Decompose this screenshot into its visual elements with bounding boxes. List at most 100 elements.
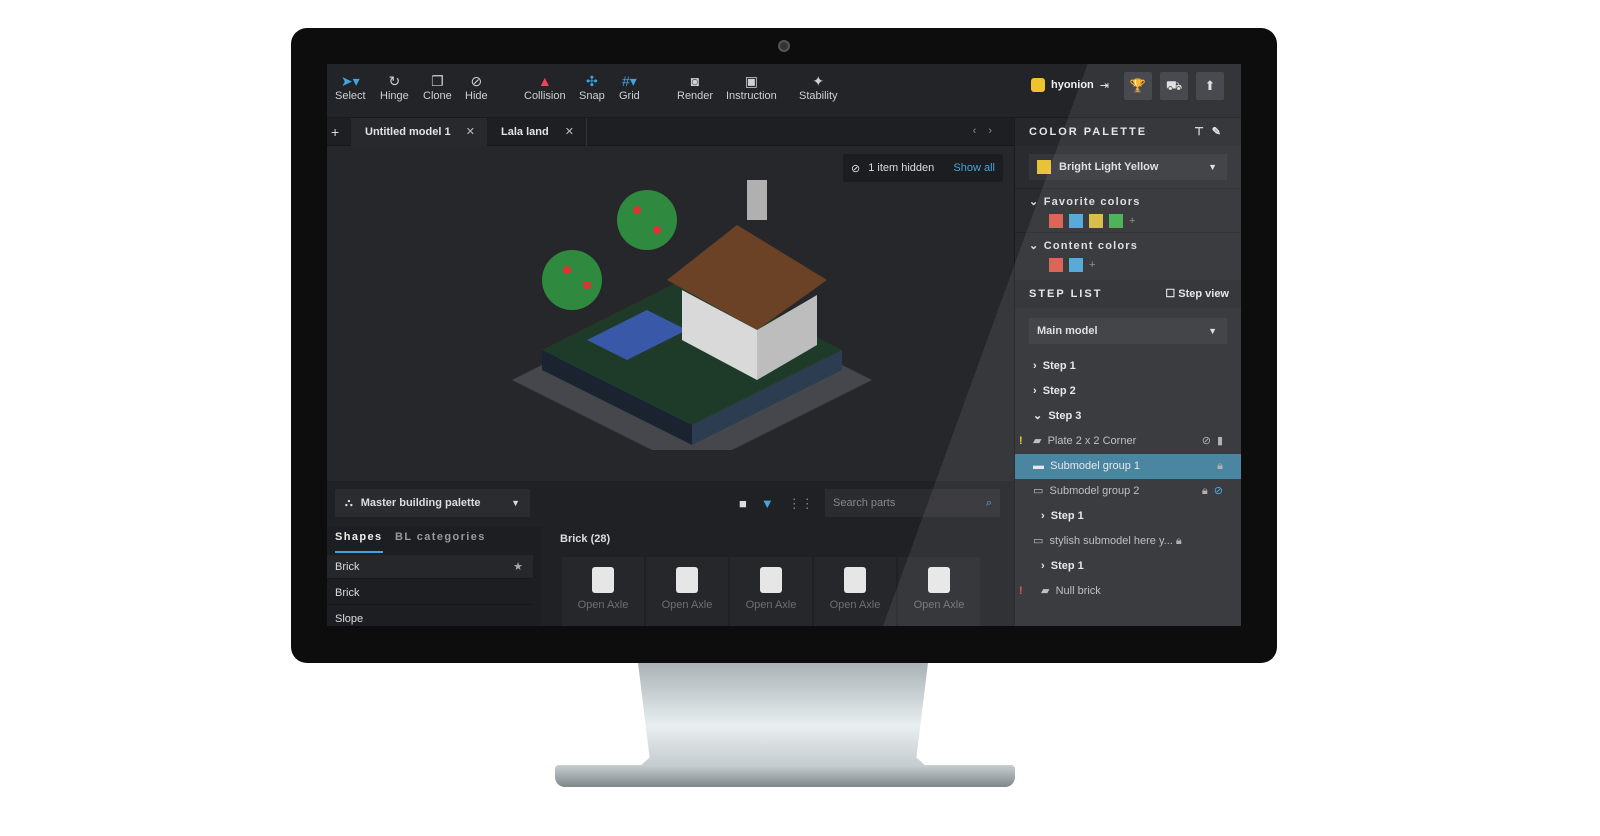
grid-hash-icon: #▾ <box>621 73 637 89</box>
search-parts-input[interactable]: Search parts ⌕ <box>825 489 1000 517</box>
eye-off-icon: ⊘ <box>470 73 483 89</box>
submodel-row[interactable]: ▭ stylish submodel here y... 🔒︎ <box>1015 529 1241 554</box>
tab-bl-categories[interactable]: BL categories <box>395 531 486 553</box>
brick-icon: ▰ <box>1041 585 1056 597</box>
app-window: ➤▾ Select ↻ Hinge ❐ Clone ⊘ Hide ▲ Collision … <box>327 64 1241 626</box>
trash-icon[interactable]: ▮ <box>1217 435 1229 447</box>
monitor-base <box>555 765 1015 787</box>
upload-button[interactable]: ⬆ <box>1196 72 1224 100</box>
tab-untitled-model-1[interactable]: Untitled model 1 ✕ <box>351 118 487 146</box>
star-icon[interactable]: ★ <box>513 555 523 579</box>
cart-button[interactable]: ⛟ <box>1160 72 1188 100</box>
upload-icon: ⬆ <box>1204 78 1216 93</box>
list-item[interactable]: Brick <box>327 581 533 605</box>
part-card[interactable]: Open Axle <box>814 557 896 626</box>
right-panel: COLOR PALETTE ⊤✎ Bright Light Yellow ▼ ⌄… <box>1014 118 1241 626</box>
part-card[interactable]: Open Axle <box>898 557 980 626</box>
part-row[interactable]: ! ▰ Null brick <box>1015 579 1241 604</box>
user-account[interactable]: hyonion ⇥ <box>1031 78 1109 92</box>
color-swatch[interactable] <box>1069 214 1083 228</box>
parts-palette: ⛬ Master building palette ▼ ■ ▼ ⋮⋮ Searc… <box>327 481 1014 626</box>
model-dropdown[interactable]: Main model ▼ <box>1029 318 1227 344</box>
filter-icon[interactable]: ▼ <box>761 496 774 512</box>
search-icon[interactable]: ⌕ <box>986 497 992 510</box>
shape-list: Shapes BL categories Brick ★ Brick Slope <box>327 527 542 626</box>
chevron-down-icon[interactable]: ⌄ <box>1029 196 1044 208</box>
part-card[interactable]: Open Axle <box>646 557 728 626</box>
step-row[interactable]: › Step 1 <box>1015 554 1241 579</box>
submodel-row[interactable]: ▬ Submodel group 1 🔒︎ <box>1015 454 1241 479</box>
show-all-link[interactable]: Show all <box>953 162 995 174</box>
color-dropdown[interactable]: Bright Light Yellow ▼ <box>1029 154 1227 180</box>
chevron-right-icon: › <box>1041 560 1051 572</box>
clone-tool[interactable]: ❐ Clone <box>423 72 452 102</box>
add-color-button[interactable]: + <box>1089 259 1095 271</box>
palette-dropdown[interactable]: ⛬ Master building palette ▼ <box>335 489 530 517</box>
color-swatch[interactable] <box>1049 258 1063 272</box>
part-row[interactable]: ! ▰ Plate 2 x 2 Corner ⊘▮ <box>1015 429 1241 454</box>
chevron-right-icon: › <box>1033 385 1043 397</box>
chevron-down-icon[interactable]: ⌄ <box>1029 240 1044 252</box>
3d-viewport[interactable]: ⊘ 1 item hidden Show all 3245cbp053 Bric… <box>327 146 1014 557</box>
lock-icon[interactable]: 🔒︎ <box>1202 485 1214 497</box>
stability-tool[interactable]: ✦ Stability <box>799 72 838 102</box>
eye-off-icon[interactable]: ⊘ <box>1202 435 1217 447</box>
stability-icon: ✦ <box>812 73 825 89</box>
brick-thumbnail <box>844 567 866 593</box>
main-toolbar: ➤▾ Select ↻ Hinge ❐ Clone ⊘ Hide ▲ Collision … <box>327 64 1241 118</box>
select-tool[interactable]: ➤▾ Select <box>335 72 366 102</box>
grid-view-icon[interactable]: ⋮⋮ <box>788 496 814 512</box>
part-card[interactable]: Open Axle <box>562 557 644 626</box>
eye-off-icon[interactable]: ⊘ <box>1214 485 1229 497</box>
error-icon: ! <box>1019 585 1023 597</box>
step-view-checkbox[interactable]: ☐ Step view <box>1165 280 1229 308</box>
eyedropper-icon[interactable]: ✎ <box>1212 126 1229 138</box>
tab-shapes[interactable]: Shapes <box>335 531 383 553</box>
lock-icon[interactable]: 🔒︎ <box>1173 535 1182 547</box>
list-item[interactable]: Slope <box>327 607 533 626</box>
instruction-tool[interactable]: ▣ Instruction <box>726 72 777 102</box>
snap-tool[interactable]: ✣ Snap <box>579 72 605 102</box>
grid-tool[interactable]: #▾ Grid <box>619 72 640 102</box>
category-title: Brick (28) <box>560 533 611 545</box>
step-row[interactable]: › Step 2 <box>1015 379 1241 404</box>
monitor-stand <box>638 663 928 768</box>
brick-icon: ▰ <box>1033 435 1048 447</box>
color-filter-icon[interactable]: ■ <box>739 496 747 512</box>
color-swatch[interactable] <box>1089 214 1103 228</box>
color-swatch[interactable] <box>1069 258 1083 272</box>
tab-bar: + Untitled model 1 ✕ Lala land ✕ ‹› <box>327 118 1014 146</box>
add-color-button[interactable]: + <box>1129 215 1135 227</box>
warning-icon: ! <box>1019 435 1023 447</box>
parts-grid: Brick (28) Open Axle Open Axle Open Axle… <box>552 527 1012 626</box>
lock-icon[interactable]: 🔒︎ <box>1217 460 1229 472</box>
color-palette-header: COLOR PALETTE ⊤✎ <box>1015 118 1241 146</box>
folder-icon: ▬ <box>1033 460 1051 472</box>
lego-model-render[interactable] <box>507 170 877 450</box>
submodel-row[interactable]: ▭ Submodel group 2 🔒︎⊘ <box>1015 479 1241 504</box>
step-row[interactable]: › Step 1 <box>1015 354 1241 379</box>
list-item[interactable]: Brick ★ <box>327 555 533 579</box>
brick-thumbnail <box>592 567 614 593</box>
color-swatch[interactable] <box>1109 214 1123 228</box>
hinge-tool[interactable]: ↻ Hinge <box>380 72 409 102</box>
color-swatch[interactable] <box>1049 214 1063 228</box>
part-card[interactable]: Open Axle <box>730 557 812 626</box>
tab-lala-land[interactable]: Lala land ✕ <box>487 118 587 146</box>
trophy-button[interactable]: 🏆 <box>1124 72 1152 100</box>
hide-tool[interactable]: ⊘ Hide <box>465 72 488 102</box>
render-tool[interactable]: ◙ Render <box>677 72 713 102</box>
snap-icon: ✣ <box>585 73 598 89</box>
collision-tool[interactable]: ▲ Collision <box>524 72 566 102</box>
paint-roller-icon[interactable]: ⊤ <box>1194 126 1212 138</box>
user-avatar-icon <box>1031 78 1045 92</box>
close-icon[interactable]: ✕ <box>565 118 574 146</box>
book-icon: ▣ <box>744 73 758 89</box>
close-icon[interactable]: ✕ <box>466 118 475 146</box>
chevron-down-icon: ▼ <box>1208 326 1217 336</box>
step-row[interactable]: › Step 1 <box>1015 504 1241 529</box>
step-row[interactable]: ⌄ Step 3 <box>1015 404 1241 429</box>
tab-scroll-arrows[interactable]: ‹› <box>973 125 1004 137</box>
logout-icon[interactable]: ⇥ <box>1100 79 1109 92</box>
add-tab-button[interactable]: + <box>331 124 339 140</box>
